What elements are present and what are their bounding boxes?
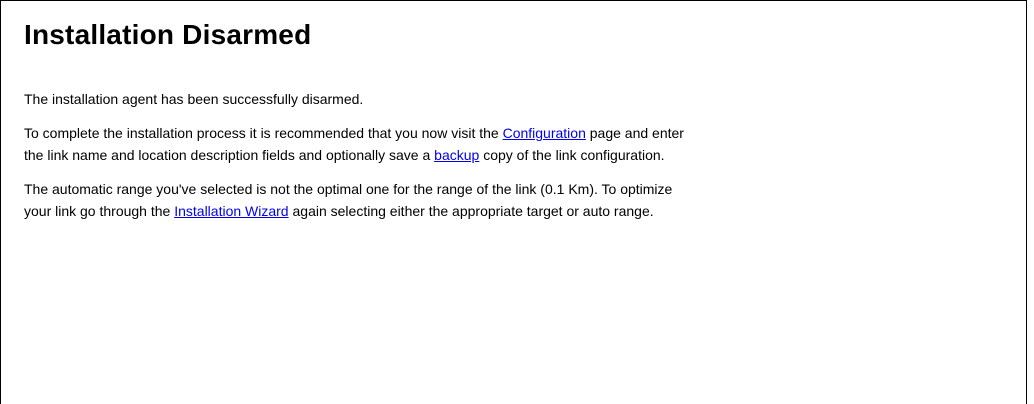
page-title: Installation Disarmed xyxy=(24,19,312,50)
backup-link[interactable]: backup xyxy=(434,147,479,163)
completion-text-4: copy of the link configuration. xyxy=(479,147,665,163)
range-warning-text-1: The automatic range you've selected is n… xyxy=(24,181,673,197)
completion-text-2: page and enter xyxy=(585,125,684,141)
completion-text-1: To complete the installation process it … xyxy=(24,125,503,141)
installation-wizard-link[interactable]: Installation Wizard xyxy=(174,203,288,219)
range-warning-text-3: again selecting either the appropriate t… xyxy=(288,203,654,219)
completion-text-3: the link name and location description f… xyxy=(24,147,435,163)
configuration-link[interactable]: Configuration xyxy=(503,125,586,141)
success-message: The installation agent has been successf… xyxy=(24,91,364,107)
range-warning-text-2: your link go through the xyxy=(24,203,175,219)
range-warning: The automatic range you've selected is n… xyxy=(24,178,1014,222)
main-content: Installation Disarmed The installation a… xyxy=(24,18,1014,222)
completion-instructions: To complete the installation process it … xyxy=(24,122,1014,166)
